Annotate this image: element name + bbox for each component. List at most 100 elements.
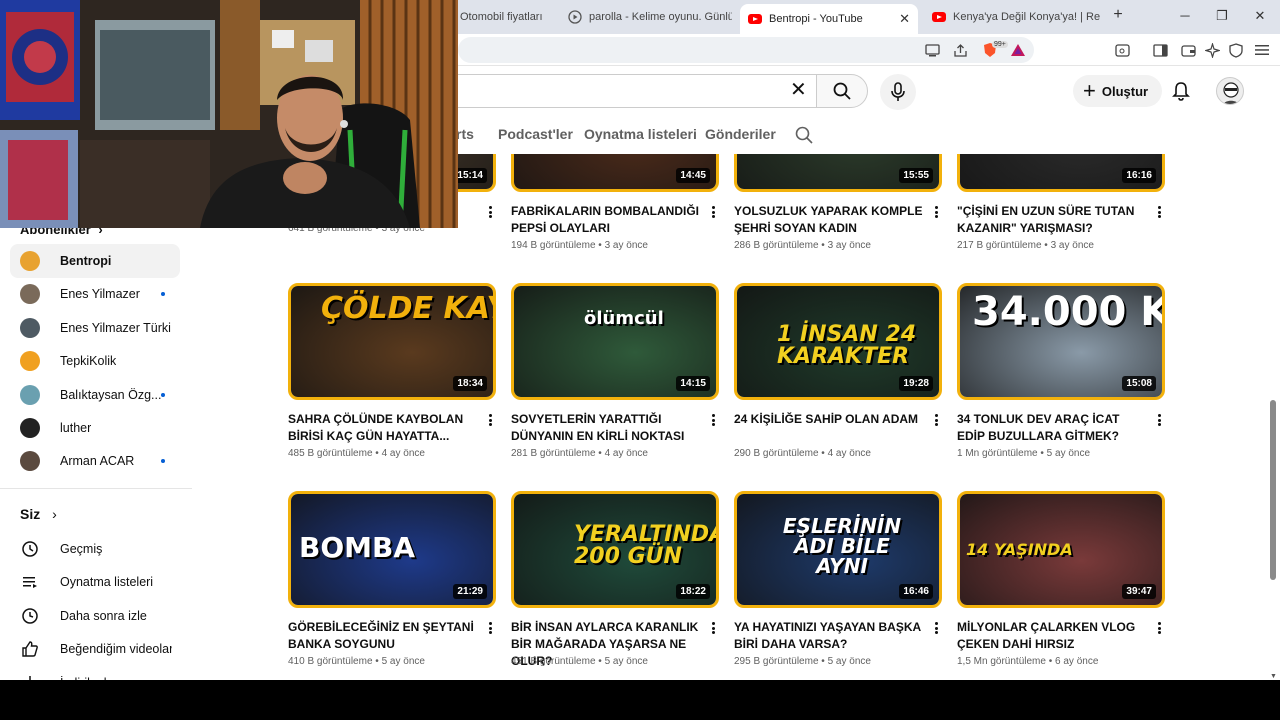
channel-search-icon[interactable]: [794, 125, 814, 150]
video-title[interactable]: MİLYONLAR ÇALARKEN VLOG ÇEKEN DAHİ HIRSI…: [957, 619, 1147, 653]
video-title[interactable]: YA HAYATINIZI YAŞAYAN BAŞKA BİRİ DAHA VA…: [734, 619, 924, 653]
wallet-icon[interactable]: [1180, 42, 1196, 58]
meta-separator: •: [818, 448, 828, 459]
sidebar-subscription[interactable]: Enes Yilmazer: [10, 277, 180, 311]
duration-badge: 14:45: [676, 168, 710, 183]
video-thumbnail[interactable]: EŞLERİNİN ADI BİLE AYNI 16:46: [734, 491, 942, 608]
tab-search-icon[interactable]: [1114, 42, 1130, 58]
sidebar-item[interactable]: Geçmiş: [10, 532, 180, 566]
address-bar[interactable]: [458, 37, 1034, 63]
more-options-icon[interactable]: [1155, 411, 1163, 429]
video-thumbnail[interactable]: YERALTINDA 200 GÜN 18:22: [511, 491, 719, 608]
menu-icon[interactable]: [1254, 42, 1270, 58]
minimize-icon[interactable]: ─: [1175, 8, 1195, 23]
more-options-icon[interactable]: [486, 411, 494, 429]
more-options-icon[interactable]: [1155, 203, 1163, 221]
more-options-icon[interactable]: [709, 203, 717, 221]
video-card[interactable]: ölümcül 14:15 SOVYETLERİN YARATTIĞI DÜNYAN…: [511, 283, 721, 459]
upload-age: 3 ay önce: [1050, 240, 1094, 251]
more-options-icon[interactable]: [486, 203, 494, 221]
video-title[interactable]: FABRİKALARIN BOMBALANDIĞI PEPSİ OLAYLARI: [511, 203, 701, 237]
video-thumbnail[interactable]: ölümcül 14:15: [511, 283, 719, 400]
video-title[interactable]: 34 TONLUK DEV ARAÇ İCAT EDİP BUZULLARA G…: [957, 411, 1147, 445]
video-card[interactable]: 14 YAŞINDA 39:47 MİLYONLAR ÇALARKEN VLOG Ç…: [957, 491, 1167, 667]
tab-community[interactable]: Gönderiler: [705, 126, 776, 142]
new-content-dot: [161, 392, 165, 397]
more-options-icon[interactable]: [709, 411, 717, 429]
tab-podcasts[interactable]: Podcast'ler: [498, 126, 573, 142]
sidebar-subscription[interactable]: luther: [10, 411, 180, 445]
more-options-icon[interactable]: [932, 619, 940, 637]
rewards-icon[interactable]: [1010, 42, 1026, 58]
video-thumbnail[interactable]: 1 İNSAN 24 KARAKTER 19:28: [734, 283, 942, 400]
video-title[interactable]: "ÇİŞİNİ EN UZUN SÜRE TUTAN KAZANIR" YARI…: [957, 203, 1147, 237]
video-thumbnail[interactable]: BOMBA 21:29: [288, 491, 496, 608]
duration-badge: 18:34: [453, 376, 487, 391]
sidebar: Abonelikler › Bentropi Enes Yilmazer Enes …: [0, 222, 192, 691]
meta-separator: •: [372, 656, 382, 667]
channel-avatar: [20, 317, 40, 338]
page-scrollbar[interactable]: ▲ ▼: [1268, 70, 1278, 680]
restore-icon[interactable]: ❐: [1212, 8, 1232, 24]
video-meta: 1 Mn görüntüleme • 5 ay önce: [957, 448, 1090, 459]
browser-tab-parolla[interactable]: parolla - Kelime oyunu. Günlük: [560, 4, 732, 30]
browser-tab-kenya[interactable]: Kenya'ya Değil Konya'ya! | Recep: [924, 4, 1100, 30]
sidebar-subscription[interactable]: TepkiKolik: [10, 344, 180, 378]
search-input[interactable]: [440, 74, 816, 108]
scrollbar-thumb[interactable]: [1270, 400, 1276, 580]
tab-playlists[interactable]: Oynatma listeleri: [584, 126, 697, 142]
leo-ai-icon[interactable]: [1204, 42, 1220, 58]
view-count: 410 B görüntüleme: [288, 656, 373, 667]
view-count: 290 B görüntüleme: [734, 448, 819, 459]
new-tab-button[interactable]: +: [1108, 6, 1128, 24]
sidebar-item[interactable]: Beğendiğim videolar: [10, 632, 180, 666]
clear-search-icon[interactable]: ✕: [790, 80, 807, 100]
video-card[interactable]: EŞLERİNİN ADI BİLE AYNI 16:46 YA HAYATINIZ…: [734, 491, 944, 667]
video-card[interactable]: 34.000 KG 15:08 34 TONLUK DEV ARAÇ İCAT ED…: [957, 283, 1167, 459]
create-button[interactable]: + Oluştur: [1073, 75, 1163, 107]
sidebar-subscription[interactable]: Enes Yilmazer Türki...: [10, 311, 180, 345]
video-title[interactable]: SAHRA ÇÖLÜNDE KAYBOLAN BİRİSİ KAÇ GÜN HA…: [288, 411, 478, 445]
video-title[interactable]: GÖREBİLECEĞİNİZ EN ŞEYTANİ BANKA SOYGUNU: [288, 619, 478, 653]
sidebar-item[interactable]: Daha sonra izle: [10, 599, 180, 633]
close-window-icon[interactable]: ✕: [1250, 8, 1270, 24]
you-section-header[interactable]: Siz ›: [20, 506, 57, 522]
vpn-icon[interactable]: [1228, 42, 1244, 58]
sidebar-subscription[interactable]: Balıktaysan Özg...: [10, 378, 180, 412]
video-card[interactable]: 1 İNSAN 24 KARAKTER 19:28 24 KİŞİLİĞE SAHİ…: [734, 283, 944, 459]
sidebar-subscription[interactable]: Bentropi: [10, 244, 180, 278]
browser-tab-bentropi[interactable]: Bentropi - YouTube ✕: [740, 4, 918, 34]
sidebar-toggle-icon[interactable]: [1152, 42, 1168, 58]
more-options-icon[interactable]: [932, 203, 940, 221]
account-avatar[interactable]: [1216, 77, 1244, 105]
voice-search-button[interactable]: [880, 74, 916, 110]
video-card[interactable]: ÇÖLDE KAYIP 18:34 SAHRA ÇÖLÜNDE KAYBOLAN B…: [288, 283, 498, 459]
video-title[interactable]: 24 KİŞİLİĞE SAHİP OLAN ADAM: [734, 411, 924, 428]
more-options-icon[interactable]: [709, 619, 717, 637]
more-options-icon[interactable]: [1155, 619, 1163, 637]
tab-shorts[interactable]: rts: [456, 126, 474, 142]
browser-tab-otomobil[interactable]: Otomobil fiyatları: [452, 4, 560, 30]
video-title[interactable]: YOLSUZLUK YAPARAK KOMPLE ŞEHRİ SOYAN KAD…: [734, 203, 924, 237]
share-icon[interactable]: [952, 42, 968, 58]
search-button[interactable]: [816, 74, 868, 108]
sidebar-item[interactable]: Oynatma listeleri: [10, 565, 180, 599]
video-title[interactable]: SOVYETLERİN YARATTIĞI DÜNYANIN EN KİRLİ …: [511, 411, 701, 445]
scroll-down-icon[interactable]: ▼: [1270, 673, 1277, 680]
more-options-icon[interactable]: [932, 411, 940, 429]
video-thumbnail[interactable]: ÇÖLDE KAYIP 18:34: [288, 283, 496, 400]
view-count: 194 B görüntüleme: [511, 240, 596, 251]
video-card[interactable]: BOMBA 21:29 GÖREBİLECEĞİNİZ EN ŞEYTANİ BAN…: [288, 491, 498, 667]
video-card[interactable]: YERALTINDA 200 GÜN 18:22 BİR İNSAN AYLARCA…: [511, 491, 721, 668]
cast-icon[interactable]: [924, 42, 940, 58]
close-tab-icon[interactable]: ✕: [899, 11, 910, 27]
you-label: Siz: [20, 506, 41, 522]
more-options-icon[interactable]: [486, 619, 494, 637]
meta-separator: •: [818, 240, 828, 251]
video-thumbnail[interactable]: 34.000 KG 15:08: [957, 283, 1165, 400]
notifications-button[interactable]: [1168, 78, 1194, 104]
channel-avatar: [20, 451, 40, 472]
video-thumbnail[interactable]: 14 YAŞINDA 39:47: [957, 491, 1165, 608]
meta-separator: •: [1037, 448, 1047, 459]
sidebar-subscription[interactable]: Arman ACAR: [10, 444, 180, 478]
